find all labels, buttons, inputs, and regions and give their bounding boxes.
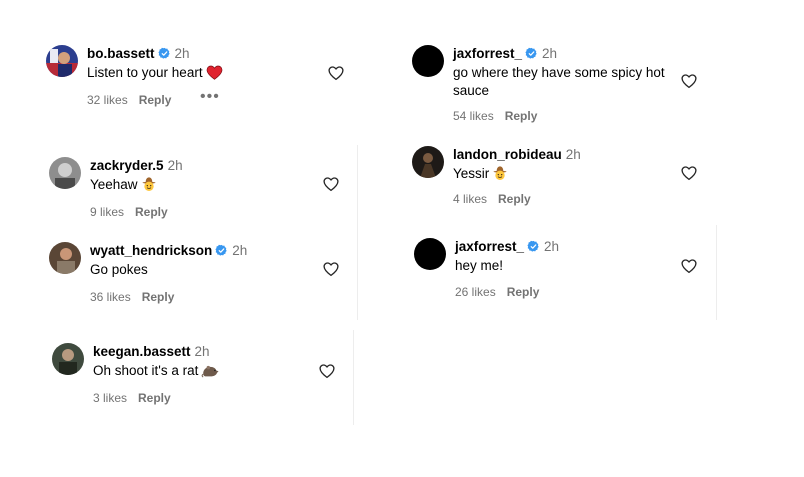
reply-button[interactable]: Reply	[138, 391, 171, 405]
comment-header: jaxforrest_ 2h	[453, 46, 557, 61]
comment-meta: 36 likes Reply	[90, 290, 174, 304]
comment-meta: 9 likes Reply	[90, 205, 168, 219]
comment-header: landon_robideau 2h	[453, 147, 581, 162]
comment-text-content: Yeehaw	[90, 177, 138, 192]
comment-text: Oh shoot it's a rat	[93, 362, 323, 380]
username-link[interactable]: zackryder.5	[90, 158, 164, 173]
comment-item: jaxforrest_ 2h go where they have some sp…	[412, 45, 722, 125]
comment-item: keegan.bassett 2h Oh shoot it's a rat 3 l…	[52, 343, 362, 423]
username-link[interactable]: bo.bassett	[87, 46, 155, 61]
like-count[interactable]: 9 likes	[90, 205, 124, 219]
rat-emoji-icon	[201, 365, 219, 378]
comment-header: wyatt_hendrickson 2h	[90, 243, 247, 258]
reply-button[interactable]: Reply	[505, 109, 538, 123]
username-link[interactable]: wyatt_hendrickson	[90, 243, 212, 258]
like-count[interactable]: 26 likes	[455, 285, 496, 299]
more-options-icon[interactable]: •••	[200, 88, 220, 106]
verified-badge-icon	[527, 240, 540, 253]
comment-text: hey me!	[455, 258, 504, 273]
like-heart-icon[interactable]	[680, 257, 698, 275]
timestamp[interactable]: 2h	[175, 46, 190, 61]
comment-meta: 4 likes Reply	[453, 192, 531, 206]
comment-text: Yeehaw	[90, 176, 320, 194]
avatar[interactable]	[46, 45, 78, 77]
comment-item: bo.bassett 2h Listen to your heart 32 lik…	[46, 45, 356, 125]
reply-button[interactable]: Reply	[498, 192, 531, 206]
timestamp[interactable]: 2h	[232, 243, 247, 258]
verified-badge-icon	[525, 47, 538, 60]
comment-text-content: Yessir	[453, 166, 490, 181]
comment-text: Go pokes	[90, 262, 148, 277]
comment-text: Yessir	[453, 165, 683, 183]
avatar[interactable]	[49, 242, 81, 274]
like-count[interactable]: 3 likes	[93, 391, 127, 405]
comment-item: zackryder.5 2h Yeehaw 9 likes Reply	[49, 157, 359, 237]
comment-meta: 54 likes Reply	[453, 109, 537, 123]
timestamp[interactable]: 2h	[544, 239, 559, 254]
verified-badge-icon	[158, 47, 171, 60]
avatar[interactable]	[412, 146, 444, 178]
timestamp[interactable]: 2h	[195, 344, 210, 359]
reply-button[interactable]: Reply	[135, 205, 168, 219]
like-count[interactable]: 32 likes	[87, 93, 128, 107]
comment-header: zackryder.5 2h	[90, 158, 183, 173]
like-heart-icon[interactable]	[327, 64, 345, 82]
like-heart-icon[interactable]	[680, 72, 698, 90]
username-link[interactable]: landon_robideau	[453, 147, 562, 162]
cowboy-face-emoji-icon	[493, 166, 507, 180]
comment-text: Listen to your heart	[87, 64, 317, 82]
avatar[interactable]	[412, 45, 444, 77]
avatar[interactable]	[52, 343, 84, 375]
comment-meta: 26 likes Reply	[455, 285, 539, 299]
avatar[interactable]	[414, 238, 446, 270]
cowboy-face-emoji-icon	[141, 177, 156, 191]
timestamp[interactable]: 2h	[566, 147, 581, 162]
like-count[interactable]: 4 likes	[453, 192, 487, 206]
like-heart-icon[interactable]	[318, 362, 336, 380]
like-count[interactable]: 36 likes	[90, 290, 131, 304]
comment-item: wyatt_hendrickson 2h Go pokes 36 likes Rep…	[49, 242, 359, 322]
comment-text-content: Oh shoot it's a rat	[93, 363, 199, 378]
timestamp[interactable]: 2h	[542, 46, 557, 61]
comment-text-content: Listen to your heart	[87, 65, 203, 80]
username-link[interactable]: jaxforrest_	[455, 239, 524, 254]
comment-header: jaxforrest_ 2h	[455, 239, 559, 254]
reply-button[interactable]: Reply	[142, 290, 175, 304]
like-count[interactable]: 54 likes	[453, 109, 494, 123]
username-link[interactable]: jaxforrest_	[453, 46, 522, 61]
comment-item: landon_robideau 2h Yessir 4 likes Reply	[412, 146, 722, 226]
reply-button[interactable]: Reply	[507, 285, 540, 299]
like-heart-icon[interactable]	[322, 260, 340, 278]
timestamp[interactable]: 2h	[168, 158, 183, 173]
avatar[interactable]	[49, 157, 81, 189]
comment-header: bo.bassett 2h	[87, 46, 190, 61]
reply-button[interactable]: Reply	[139, 93, 172, 107]
username-link[interactable]: keegan.bassett	[93, 344, 191, 359]
comment-meta: 32 likes Reply •••	[87, 88, 219, 107]
like-heart-icon[interactable]	[322, 175, 340, 193]
comment-text: go where they have some spicy hot sauce	[453, 65, 665, 98]
like-heart-icon[interactable]	[680, 164, 698, 182]
comment-header: keegan.bassett 2h	[93, 344, 210, 359]
verified-badge-icon	[215, 244, 228, 257]
comment-meta: 3 likes Reply	[93, 391, 171, 405]
comment-item: jaxforrest_ 2h hey me! 26 likes Reply	[414, 238, 724, 318]
red-heart-emoji-icon	[206, 65, 222, 80]
